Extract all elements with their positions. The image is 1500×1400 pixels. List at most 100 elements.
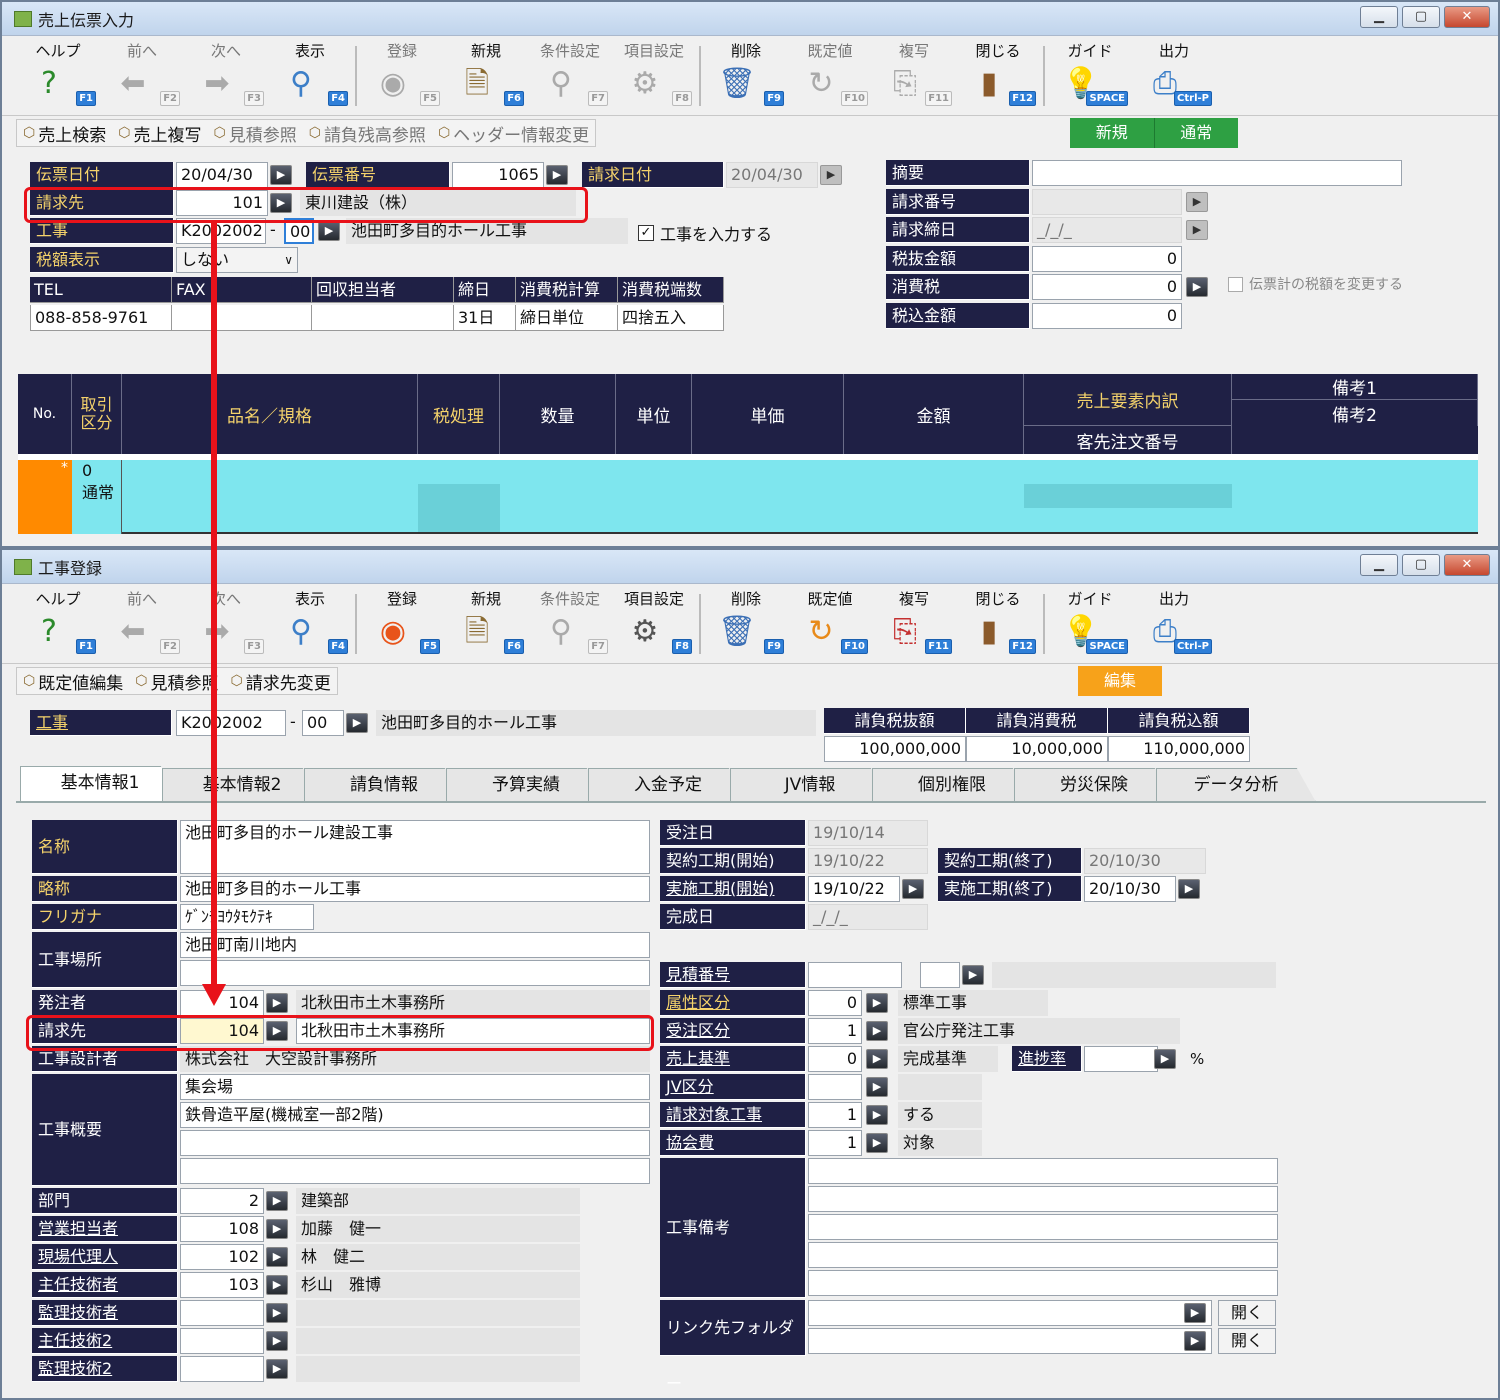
blank-field[interactable] <box>808 1214 1278 1240</box>
blank-field[interactable] <box>808 1300 1212 1326</box>
blank-field[interactable] <box>808 1186 1278 1212</box>
slip-date-picker-button[interactable]: ▶ <box>270 165 292 185</box>
grid-row-kubun[interactable]: 0 通常 <box>72 460 122 534</box>
lookup-button[interactable]: ▶ <box>866 1021 888 1041</box>
tab-7[interactable]: 個別権限 <box>872 768 1032 802</box>
attr-code-field[interactable]: 0 <box>808 990 862 1016</box>
summary-field[interactable]: _/_/_ <box>1032 217 1182 243</box>
cend-field[interactable]: 20/10/30 <box>1084 848 1206 874</box>
sub-button[interactable]: ⬡ 既定値編集 <box>17 669 129 694</box>
lookup-button[interactable]: ▶ <box>266 1275 288 1295</box>
site-agent-code-field[interactable]: 102 <box>180 1244 264 1270</box>
sub-button[interactable]: ⬡ 見積参照 <box>207 121 302 146</box>
lookup-button[interactable]: ▶ <box>1154 1049 1176 1069</box>
minimize-button[interactable]: ▁ <box>1360 554 1398 576</box>
chief-code-field[interactable]: 103 <box>180 1272 264 1298</box>
blank-field[interactable] <box>808 962 902 988</box>
salesbase-name-field[interactable]: 完成基準 <box>898 1046 998 1072</box>
lookup-button[interactable]: ▶ <box>266 1331 288 1351</box>
summary-field-button[interactable]: ▶ <box>1186 277 1208 297</box>
close-button[interactable]: ✕ <box>1444 6 1490 28</box>
toolbar-button-f9[interactable]: 削除 🗑 F9 <box>704 588 788 660</box>
tab-6[interactable]: JV情報 <box>730 768 890 802</box>
lookup-button[interactable]: ▶ <box>902 879 924 899</box>
grid-row[interactable] <box>122 460 1478 534</box>
toolbar-button-space[interactable]: ガイド 💡 SPACE <box>1048 588 1132 660</box>
blank-field[interactable] <box>808 1270 1278 1296</box>
ordtype-name-field[interactable]: 官公庁発注工事 <box>898 1018 1180 1044</box>
blank-field[interactable] <box>808 1074 862 1100</box>
tab-4[interactable]: 予算実績 <box>446 768 606 802</box>
-field[interactable] <box>296 1328 580 1354</box>
lookup-button[interactable]: ▶ <box>1184 1303 1206 1323</box>
client-name-field[interactable]: 北秋田市土木事務所 <box>296 990 650 1016</box>
toolbar-button-f10[interactable]: 既定値 ↻ F10 <box>788 588 872 660</box>
open-folder-button[interactable]: 開く <box>1218 1300 1276 1326</box>
ordtype-code-field[interactable]: 1 <box>808 1018 862 1044</box>
-field[interactable] <box>180 1158 650 1184</box>
summary-field-button[interactable]: ▶ <box>1186 191 1208 212</box>
sales-name-field[interactable]: 加藤 健一 <box>296 1216 580 1242</box>
maximize-button[interactable]: ▢ <box>1402 554 1440 576</box>
lookup-button[interactable]: ▶ <box>266 1191 288 1211</box>
lookup-button[interactable]: ▶ <box>266 993 288 1013</box>
billtarget-name-field[interactable]: する <box>898 1102 982 1128</box>
blank-field[interactable] <box>808 1328 1212 1354</box>
toolbar-button-f1[interactable]: ヘルプ? F1 <box>16 588 100 660</box>
toolbar-button-f6[interactable]: 新規 🗎 F6 <box>444 588 528 660</box>
order-date-field[interactable]: 19/10/14 <box>808 820 928 846</box>
lookup-button[interactable]: ▶ <box>1178 879 1200 899</box>
lookup-button[interactable]: ▶ <box>266 1247 288 1267</box>
lookup-button[interactable]: ▶ <box>866 1049 888 1069</box>
toolbar-button-f8[interactable]: 項目設定 ⚙ F8 <box>612 40 696 112</box>
toolbar-button-f11[interactable]: 複写 ⎘ F11 <box>872 588 956 660</box>
toolbar-button-f4[interactable]: 表示 ⚲ F4 <box>268 588 352 660</box>
project-search-button[interactable]: ▶ <box>346 713 368 733</box>
blank-field[interactable] <box>808 1158 1278 1184</box>
summary2-field[interactable]: 鉄骨造平屋(機械室一部2階) <box>180 1102 650 1128</box>
minimize-button[interactable]: ▁ <box>1360 6 1398 28</box>
grid-row-marker[interactable]: * <box>18 460 72 534</box>
summary-field[interactable] <box>1032 188 1182 215</box>
sub-button[interactable]: ⬡ 売上検索 <box>17 121 112 146</box>
toolbar-button-f3[interactable]: 次へ ➡ F3 <box>184 40 268 112</box>
project-code-field[interactable]: K2002002 <box>176 710 286 736</box>
billtarget-code-field[interactable]: 1 <box>808 1102 862 1128</box>
sub-button[interactable]: ⬡ 請求先変更 <box>224 669 336 694</box>
toolbar-button-f3[interactable]: 次へ ➡ F3 <box>184 588 268 660</box>
-field[interactable] <box>296 1356 580 1382</box>
toolbar-button-f8[interactable]: 項目設定 ⚙ F8 <box>612 588 696 660</box>
toolbar-button-f4[interactable]: 表示 ⚲ F4 <box>268 40 352 112</box>
toolbar-button-space[interactable]: ガイド 💡 SPACE <box>1048 40 1132 112</box>
summary-field[interactable] <box>1032 160 1402 186</box>
project-input-checkbox[interactable]: ✓ 工事を入力する <box>638 221 772 245</box>
slip-date-field[interactable]: 20/04/30 <box>176 162 268 188</box>
summary1-field[interactable]: 集会場 <box>180 1074 650 1100</box>
salesbase-code-field[interactable]: 0 <box>808 1046 862 1072</box>
toolbar-button-ctrl-p[interactable]: 出力 ⎙ Ctrl-P <box>1132 40 1216 112</box>
toolbar-button-ctrl-p[interactable]: 出力 ⎙ Ctrl-P <box>1132 588 1216 660</box>
slip-no-field[interactable]: 1065 <box>452 162 544 188</box>
summary-field[interactable]: 0 <box>1032 245 1182 272</box>
tab-3[interactable]: 請負情報 <box>304 768 464 802</box>
close-button[interactable]: ✕ <box>1444 554 1490 576</box>
lookup-button[interactable]: ▶ <box>866 993 888 1013</box>
tab-8[interactable]: 労災保険 <box>1014 768 1174 802</box>
tab-5[interactable]: 入金予定 <box>588 768 748 802</box>
maximize-button[interactable]: ▢ <box>1402 6 1440 28</box>
short-field[interactable]: 池田町多目的ホール工事 <box>180 876 650 902</box>
done-field[interactable]: _/_/_ <box>808 904 928 930</box>
toolbar-button-f5[interactable]: 登録 ◉ F5 <box>360 40 444 112</box>
astart-field[interactable]: 19/10/22 <box>808 876 900 902</box>
blank-field[interactable] <box>1084 1046 1158 1072</box>
-field[interactable] <box>180 1300 264 1326</box>
-field[interactable] <box>180 1328 264 1354</box>
dept-code-field[interactable]: 2 <box>180 1188 264 1214</box>
project-search-button[interactable]: ▶ <box>318 221 340 241</box>
assoc-code-field[interactable]: 1 <box>808 1130 862 1156</box>
summary-field[interactable]: 0 <box>1032 274 1182 300</box>
toolbar-button-f11[interactable]: 複写 ⎘ F11 <box>872 40 956 112</box>
toolbar-button-f2[interactable]: 前へ ⬅ F2 <box>100 588 184 660</box>
blank-field[interactable] <box>808 1242 1278 1268</box>
toolbar-button-f12[interactable]: 閉じる ▮ F12 <box>956 40 1040 112</box>
